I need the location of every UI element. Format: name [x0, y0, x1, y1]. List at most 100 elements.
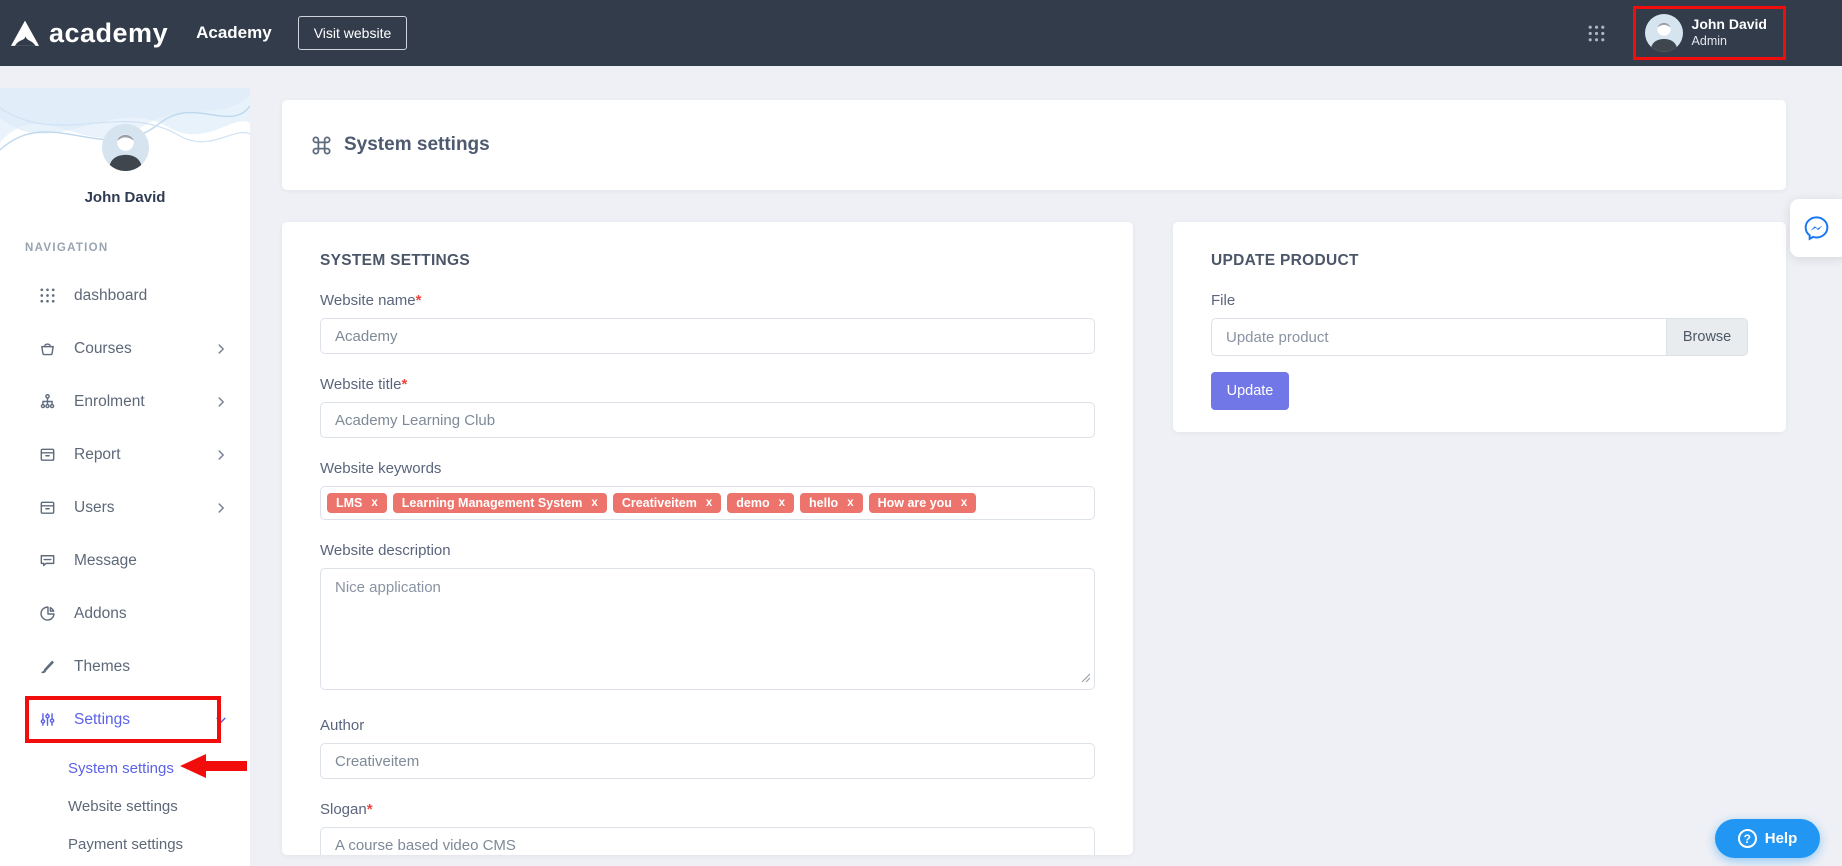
academy-logo-icon: [10, 20, 40, 47]
messenger-icon: [1801, 213, 1832, 244]
chevron-down-icon: [214, 713, 228, 727]
sidebar-nav: dashboard Courses: [0, 269, 250, 746]
site-name-label: Academy: [196, 23, 272, 43]
help-label: Help: [1765, 830, 1798, 847]
apps-grid-icon[interactable]: [1586, 23, 1607, 44]
user-avatar: [1645, 14, 1683, 52]
profile-name: John David: [0, 189, 250, 206]
author-group: Author: [320, 717, 1095, 779]
user-menu[interactable]: John David Admin: [1633, 6, 1786, 60]
system-settings-card: SYSTEM SETTINGS Website name* Website ti…: [282, 222, 1133, 855]
website-title-label: Website title*: [320, 376, 1095, 393]
sidebar-item-enrolment[interactable]: Enrolment: [0, 375, 250, 428]
user-name: John David: [1692, 16, 1767, 34]
update-product-heading: UPDATE PRODUCT: [1211, 252, 1748, 270]
sidebar-item-label: dashboard: [74, 287, 228, 305]
sidebar-item-message[interactable]: Message: [0, 534, 250, 587]
sidebar-item-report[interactable]: Report: [0, 428, 250, 481]
page-title: System settings: [344, 134, 490, 156]
sidebar-item-courses[interactable]: Courses: [0, 322, 250, 375]
chevron-right-icon: [214, 395, 228, 409]
submenu-item-payment-settings[interactable]: Payment settings: [0, 825, 250, 863]
author-input[interactable]: [320, 743, 1095, 779]
user-role: Admin: [1692, 34, 1767, 50]
visit-website-button[interactable]: Visit website: [298, 16, 408, 50]
nav-section-label: NAVIGATION: [25, 242, 109, 254]
keyword-tag: Creativeitemx: [613, 493, 721, 513]
sidebar-item-label: Users: [74, 499, 197, 517]
sidebar-item-label: Settings: [74, 711, 197, 729]
messenger-chat-tab[interactable]: [1790, 199, 1842, 257]
file-input[interactable]: [1211, 318, 1667, 356]
website-keywords-group: Website keywords LMSx Learning Managemen…: [320, 460, 1095, 520]
question-icon: ?: [1738, 829, 1757, 848]
chevron-right-icon: [214, 501, 228, 515]
sidebar-item-label: Courses: [74, 340, 197, 358]
sidebar-item-label: Report: [74, 446, 197, 464]
remove-tag-icon[interactable]: x: [591, 497, 597, 509]
resize-handle-icon[interactable]: [1081, 670, 1091, 688]
remove-tag-icon[interactable]: x: [847, 497, 853, 509]
sidebar-item-settings[interactable]: Settings: [0, 693, 250, 746]
required-marker: *: [401, 376, 407, 393]
website-description-textarea[interactable]: Nice application: [320, 568, 1095, 690]
update-product-card: UPDATE PRODUCT File Browse Update: [1173, 222, 1786, 432]
keywords-input[interactable]: LMSx Learning Management Systemx Creativ…: [320, 486, 1095, 520]
sidebar: John David NAVIGATION dashboard Courses: [0, 66, 250, 866]
submenu-item-website-settings[interactable]: Website settings: [0, 787, 250, 825]
website-name-label: Website name*: [320, 292, 1095, 309]
sidebar-item-label: Message: [74, 552, 228, 570]
grid-icon: [38, 286, 57, 305]
basket-icon: [38, 339, 57, 358]
help-button[interactable]: ? Help: [1715, 819, 1820, 858]
page-header-card: System settings: [282, 100, 1786, 190]
website-name-group: Website name*: [320, 292, 1095, 354]
sidebar-item-label: Addons: [74, 605, 228, 623]
command-icon: [310, 134, 333, 157]
keyword-tag: demox: [727, 493, 794, 513]
sidebar-item-addons[interactable]: Addons: [0, 587, 250, 640]
archive-icon: [38, 498, 57, 517]
browse-button[interactable]: Browse: [1667, 318, 1748, 356]
settings-submenu: System settings Website settings Payment…: [0, 749, 250, 863]
remove-tag-icon[interactable]: x: [371, 497, 377, 509]
sidebar-item-themes[interactable]: Themes: [0, 640, 250, 693]
website-name-input[interactable]: [320, 318, 1095, 354]
slogan-input[interactable]: [320, 827, 1095, 855]
file-group: File Browse: [1211, 292, 1748, 356]
required-marker: *: [416, 292, 422, 309]
brush-icon: [38, 657, 57, 676]
system-settings-heading: SYSTEM SETTINGS: [320, 252, 1095, 270]
sliders-icon: [38, 710, 57, 729]
author-label: Author: [320, 717, 1095, 734]
pie-icon: [38, 604, 57, 623]
remove-tag-icon[interactable]: x: [961, 497, 967, 509]
website-keywords-label: Website keywords: [320, 460, 1095, 477]
sidebar-item-users[interactable]: Users: [0, 481, 250, 534]
remove-tag-icon[interactable]: x: [706, 497, 712, 509]
website-title-group: Website title*: [320, 376, 1095, 438]
update-button[interactable]: Update: [1211, 372, 1289, 410]
file-label: File: [1211, 292, 1748, 309]
submenu-item-system-settings[interactable]: System settings: [0, 749, 250, 787]
chevron-right-icon: [214, 342, 228, 356]
keyword-tag: LMSx: [327, 493, 387, 513]
keyword-tag: hellox: [800, 493, 863, 513]
profile-avatar: [102, 124, 149, 171]
required-marker: *: [367, 801, 373, 818]
chat-icon: [38, 551, 57, 570]
keyword-tag: How are youx: [869, 493, 977, 513]
brand-logo[interactable]: academy: [10, 18, 168, 49]
keyword-tag: Learning Management Systemx: [393, 493, 607, 513]
sitemap-icon: [38, 392, 57, 411]
slogan-label: Slogan*: [320, 801, 1095, 818]
remove-tag-icon[interactable]: x: [779, 497, 785, 509]
slogan-group: Slogan*: [320, 801, 1095, 855]
sidebar-item-label: Enrolment: [74, 393, 197, 411]
website-description-label: Website description: [320, 542, 1095, 559]
sidebar-item-label: Themes: [74, 658, 228, 676]
archive-icon: [38, 445, 57, 464]
sidebar-profile: John David: [0, 124, 250, 206]
website-title-input[interactable]: [320, 402, 1095, 438]
sidebar-item-dashboard[interactable]: dashboard: [0, 269, 250, 322]
